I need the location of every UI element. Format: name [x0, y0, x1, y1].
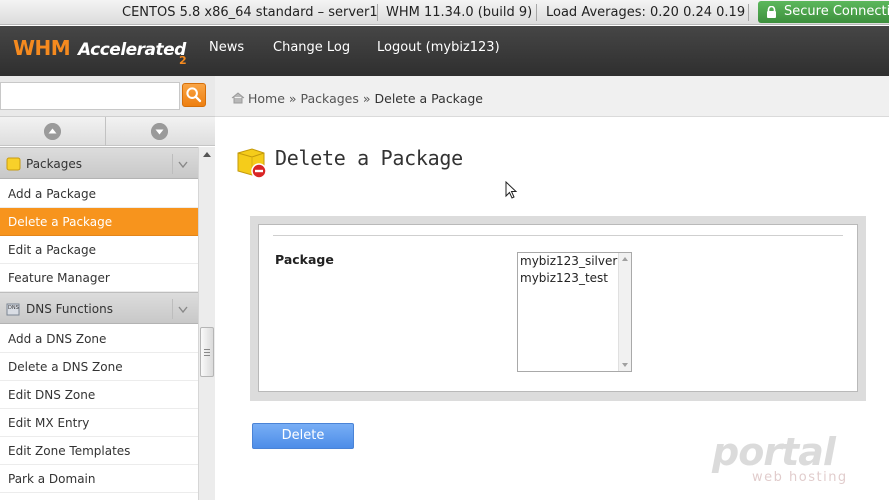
load-averages: Load Averages: 0.20 0.24 0.19	[546, 5, 746, 20]
sidebar-item-edit-mx-entry[interactable]: Edit MX Entry	[0, 409, 198, 437]
status-bar: CENTOS 5.8 x86_64 standard – server1 WHM…	[0, 0, 889, 25]
search-icon	[186, 87, 202, 103]
lock-icon	[767, 6, 776, 18]
sidebar-item-edit-dns-zone[interactable]: Edit DNS Zone	[0, 381, 198, 409]
arrow-down-circle-icon	[151, 123, 168, 140]
sidebar-item-edit-zone-templates[interactable]: Edit Zone Templates	[0, 437, 198, 465]
breadcrumb: Home » Packages » Delete a Package	[231, 76, 483, 117]
chevron-down-icon	[178, 306, 188, 314]
watermark-main: portal	[712, 430, 836, 474]
logo-accelerated: Accelerated	[78, 40, 186, 60]
scroll-down-arrow-icon[interactable]	[622, 363, 628, 367]
sidebar-item-add-package[interactable]: Add a Package	[0, 180, 198, 208]
expand-all-button[interactable]	[107, 117, 214, 146]
search-input[interactable]	[0, 82, 180, 110]
sidebar-scroll-controls	[0, 117, 215, 146]
breadcrumb-packages[interactable]: Packages	[301, 91, 359, 106]
search-button[interactable]	[182, 83, 206, 107]
delete-package-form: Package mybiz123_silver mybiz123_test	[250, 216, 866, 401]
nav-change-log[interactable]: Change Log	[273, 26, 350, 76]
arrow-up-circle-icon	[44, 123, 61, 140]
nav-news[interactable]: News	[209, 26, 244, 76]
package-label: Package	[275, 252, 334, 267]
sidebar-section-dns[interactable]: DNS DNS Functions	[0, 292, 198, 324]
status-divider	[536, 4, 537, 21]
section-toggle[interactable]	[172, 154, 192, 174]
top-header: WHM Accelerated 2 News Change Log Logout…	[0, 26, 889, 76]
sidebar-item-add-dns-zone[interactable]: Add a DNS Zone	[0, 325, 198, 353]
sidebar-item-delete-dns-zone[interactable]: Delete a DNS Zone	[0, 353, 198, 381]
breadcrumb-separator: »	[288, 91, 297, 106]
package-option[interactable]: mybiz123_test	[520, 270, 608, 287]
scrollbar-thumb[interactable]	[200, 327, 214, 377]
divider	[105, 117, 106, 146]
server-info: CENTOS 5.8 x86_64 standard – server1	[122, 5, 378, 20]
whm-logo[interactable]: WHM Accelerated 2	[13, 34, 193, 68]
listbox-scrollbar[interactable]	[618, 253, 631, 371]
collapse-all-button[interactable]	[0, 117, 107, 146]
page-title: Delete a Package	[275, 146, 463, 170]
sidebar-section-packages[interactable]: Packages	[0, 147, 198, 179]
package-box-icon	[6, 157, 21, 171]
delete-package-icon	[237, 148, 267, 179]
package-option[interactable]: mybiz123_silver	[520, 253, 617, 270]
sidebar-scrollbar[interactable]	[198, 147, 215, 500]
portal-watermark-logo: portal web hosting	[712, 432, 862, 492]
whm-version: WHM 11.34.0 (build 9)	[386, 5, 533, 20]
form-panel: Package mybiz123_silver mybiz123_test	[258, 224, 858, 392]
breadcrumb-bar: Home » Packages » Delete a Package	[215, 76, 889, 117]
grip-line	[204, 355, 210, 356]
scroll-up-arrow-icon[interactable]	[203, 152, 211, 157]
delete-button[interactable]: Delete	[252, 423, 354, 449]
logo-whm: WHM	[13, 36, 71, 60]
secure-connection-label: Secure Connection	[784, 4, 889, 19]
dns-icon: DNS	[6, 303, 20, 316]
divider	[273, 235, 843, 236]
section-toggle[interactable]	[172, 299, 192, 319]
status-divider	[748, 4, 749, 21]
svg-text:DNS: DNS	[8, 305, 19, 311]
breadcrumb-home[interactable]: Home	[248, 91, 285, 106]
scroll-up-arrow-icon[interactable]	[622, 257, 628, 261]
sidebar-search	[0, 76, 215, 117]
breadcrumb-separator: »	[362, 91, 371, 106]
sidebar: Packages Add a Package Delete a Package …	[0, 147, 198, 500]
home-icon	[231, 92, 245, 104]
breadcrumb-current: Delete a Package	[374, 91, 484, 106]
package-select-list[interactable]: mybiz123_silver mybiz123_test	[517, 252, 632, 372]
grip-line	[204, 349, 210, 350]
sidebar-item-delete-package[interactable]: Delete a Package	[0, 208, 198, 236]
chevron-down-icon	[178, 161, 188, 169]
status-divider	[377, 4, 378, 21]
mouse-cursor-icon	[505, 181, 518, 199]
section-title: Packages	[26, 157, 82, 171]
grip-line	[204, 352, 210, 353]
logo-version: 2	[179, 54, 187, 67]
sidebar-item-edit-package[interactable]: Edit a Package	[0, 236, 198, 264]
section-title: DNS Functions	[26, 302, 113, 316]
nav-logout[interactable]: Logout (mybiz123)	[377, 26, 500, 76]
sidebar-item-park-domain[interactable]: Park a Domain	[0, 465, 198, 493]
sidebar-item-feature-manager[interactable]: Feature Manager	[0, 264, 198, 292]
watermark-sub: web hosting	[752, 470, 848, 485]
secure-connection-badge[interactable]: Secure Connection	[758, 1, 889, 23]
